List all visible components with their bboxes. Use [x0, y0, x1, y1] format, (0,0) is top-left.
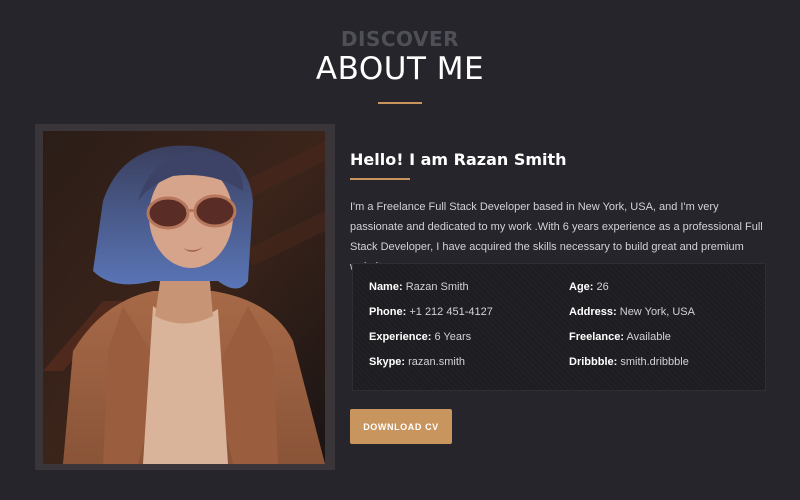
profile-photo — [43, 131, 325, 464]
info-label: Skype: — [369, 356, 406, 368]
section-heading: DISCOVER ABOUT ME — [0, 25, 800, 104]
info-value: razan.smith — [408, 356, 465, 368]
info-label: Phone: — [369, 306, 407, 318]
info-value: +1 212 451-4127 — [409, 306, 493, 318]
bio-title: Hello! I am Razan Smith — [350, 150, 567, 169]
info-value: Available — [626, 331, 671, 343]
bio-block: Hello! I am Razan Smith I'm a Freelance … — [350, 150, 770, 277]
title-divider — [378, 102, 422, 104]
info-label: Name: — [369, 281, 403, 293]
info-experience: Experience: 6 Years — [369, 330, 569, 345]
info-name: Name: Razan Smith — [369, 280, 569, 295]
personal-info-grid: Name: Razan Smith Age: 26 Phone: +1 212 … — [369, 280, 749, 370]
info-value: smith.dribbble — [620, 356, 689, 368]
info-label: Age: — [569, 281, 594, 293]
info-value: New York, USA — [619, 306, 695, 318]
info-value: 26 — [596, 281, 609, 293]
info-age: Age: 26 — [569, 280, 749, 295]
info-phone: Phone: +1 212 451-4127 — [369, 305, 569, 320]
info-label: Experience: — [369, 331, 432, 343]
bio-divider — [350, 178, 410, 180]
info-dribbble: Dribbble: smith.dribbble — [569, 355, 749, 370]
section-title: ABOUT ME — [315, 51, 485, 87]
info-skype: Skype: razan.smith — [369, 355, 569, 370]
info-value: 6 Years — [434, 331, 472, 343]
info-label: Freelance: — [569, 331, 625, 343]
portrait-illustration — [43, 131, 325, 464]
info-label: Address: — [569, 306, 617, 318]
download-cv-button[interactable]: DOWNLOAD CV — [350, 409, 452, 444]
info-freelance: Freelance: Available — [569, 330, 749, 345]
personal-info-box: Name: Razan Smith Age: 26 Phone: +1 212 … — [352, 263, 766, 391]
info-label: Dribbble: — [569, 356, 618, 368]
section-kicker: DISCOVER — [340, 27, 460, 51]
profile-photo-frame — [35, 124, 335, 470]
info-value: Razan Smith — [405, 281, 469, 293]
info-address: Address: New York, USA — [569, 305, 749, 320]
about-section: DISCOVER ABOUT ME Hello! I am Razan Smit… — [0, 0, 800, 500]
